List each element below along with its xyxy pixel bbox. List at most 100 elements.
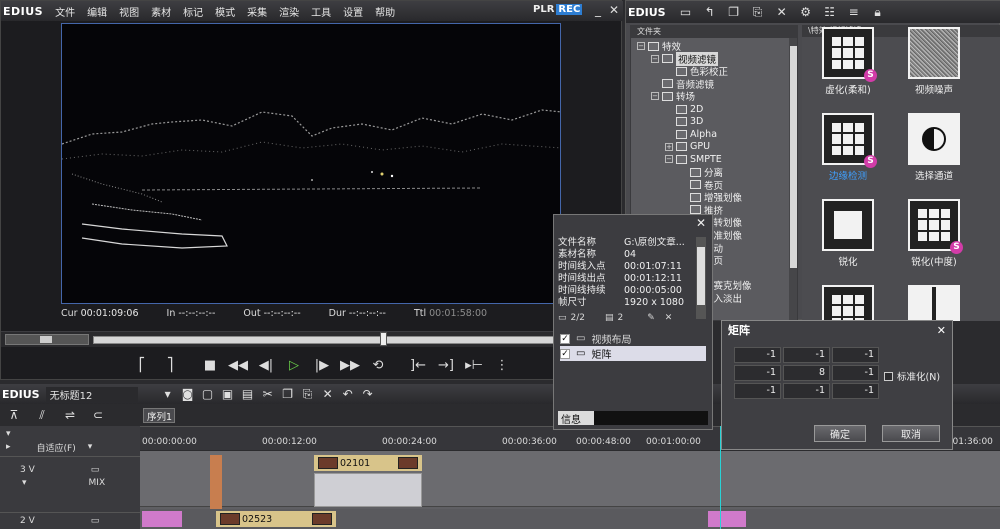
trim-icon[interactable]: ▸⊢ <box>461 354 487 376</box>
effect-item[interactable]: S 边缘检测 <box>808 113 888 182</box>
lock-icon[interactable]: 🔒︎ <box>868 3 888 21</box>
rewind-icon[interactable]: ◀◀ <box>225 354 251 376</box>
fit-dropdown[interactable]: 自适应(F) <box>11 441 76 454</box>
layer-stack-icon[interactable]: ▤ <box>589 313 614 323</box>
matrix-cell-input[interactable]: 8 <box>783 365 830 381</box>
tree-item[interactable]: − 特效 <box>637 40 681 53</box>
ok-button[interactable]: 确定 <box>814 425 866 442</box>
video-track-icon[interactable]: ▭ <box>35 516 100 526</box>
step-back-icon[interactable]: ◀| <box>253 354 279 376</box>
overwrite-icon[interactable]: →] <box>433 354 459 376</box>
tree-item[interactable]: 卷页 <box>679 179 723 192</box>
expand-icon[interactable]: ▾ <box>0 478 27 488</box>
tree-item[interactable]: 增强划像 <box>679 191 742 204</box>
matrix-cell-input[interactable]: -1 <box>783 383 830 399</box>
matrix-cell-input[interactable]: -1 <box>783 347 830 363</box>
view-mode-icon[interactable]: ☷ <box>820 3 840 21</box>
video-track-icon[interactable]: ▭ <box>35 465 100 475</box>
delete-icon[interactable]: ✕ <box>772 3 792 21</box>
shuttle-grip[interactable] <box>40 336 52 343</box>
undo-icon[interactable]: ↶ <box>338 385 358 403</box>
remove-layer-icon[interactable]: ✕ <box>659 313 673 323</box>
expand-toggle-icon[interactable]: − <box>637 42 645 50</box>
sync-icon[interactable]: ⇌ <box>60 406 80 424</box>
insert-icon[interactable]: ]← <box>405 354 431 376</box>
plr-label[interactable]: PLR <box>533 4 554 15</box>
folder-icon[interactable]: ▭ <box>676 3 696 21</box>
effect-item[interactable]: 视频噪声 <box>894 27 974 96</box>
clip-pink-2[interactable] <box>708 511 746 527</box>
close-icon[interactable]: ✕ <box>609 3 619 17</box>
normalize-option[interactable]: 标准化(N) <box>884 369 940 383</box>
info-scrollbar[interactable] <box>696 237 706 319</box>
matrix-cell-input[interactable]: -1 <box>734 383 781 399</box>
matrix-cell-input[interactable]: -1 <box>832 383 879 399</box>
cut-icon[interactable]: ✂ <box>258 385 278 403</box>
up-folder-icon[interactable]: ↰ <box>700 3 720 21</box>
delete-clip-icon[interactable]: ✕ <box>318 385 338 403</box>
new-project-icon[interactable]: ▢ <box>198 385 218 403</box>
stop-icon[interactable]: ■ <box>197 354 223 376</box>
menu-help[interactable]: 帮助 <box>369 4 401 19</box>
close-icon[interactable]: ✕ <box>937 324 946 337</box>
effect-item[interactable]: S 虚化(柔和) <box>808 27 888 96</box>
tree-item[interactable]: 音频滤镜 <box>651 78 714 91</box>
menu-settings[interactable]: 设置 <box>337 4 369 19</box>
copy-icon[interactable]: ❐ <box>724 3 744 21</box>
copy-clip-icon[interactable]: ❐ <box>278 385 298 403</box>
set-in-icon[interactable]: ⎡ <box>129 354 155 376</box>
matrix-cell-input[interactable]: -1 <box>832 347 879 363</box>
open-project-icon[interactable]: ▣ <box>218 385 238 403</box>
fit-chevron-icon[interactable]: ▾ <box>76 442 93 452</box>
tree-item[interactable]: − SMPTE <box>665 153 722 165</box>
properties-icon[interactable]: ⚙ <box>796 3 816 21</box>
clip-02523[interactable]: 02523 <box>216 511 336 527</box>
tree-item[interactable]: 分离 <box>679 166 723 179</box>
clip-pink[interactable] <box>142 511 182 527</box>
tree-item[interactable]: 3D <box>665 116 703 128</box>
list-icon[interactable]: ≡ <box>844 3 864 21</box>
step-forward-icon[interactable]: |▶ <box>309 354 335 376</box>
tree-item[interactable]: + GPU <box>665 141 710 153</box>
paste-icon[interactable]: ⎘ <box>748 3 768 21</box>
edit-pen-icon[interactable]: ✎ <box>627 313 655 323</box>
layer-checkbox[interactable]: ✓ <box>560 333 570 344</box>
play-icon[interactable]: ▷ <box>281 354 307 376</box>
cancel-button[interactable]: 取消 <box>882 425 940 442</box>
tree-item[interactable]: 色彩校正 <box>665 65 728 78</box>
menu-file[interactable]: 文件 <box>49 4 81 19</box>
menu-render[interactable]: 渲染 <box>273 4 305 19</box>
position-track[interactable] <box>93 336 619 344</box>
layer-checkbox[interactable]: ✓ <box>560 348 570 359</box>
redo-icon[interactable]: ↷ <box>358 385 378 403</box>
tab-sequence[interactable]: 序列1 <box>143 408 175 423</box>
tree-item[interactable]: 2D <box>665 103 703 115</box>
menu-view[interactable]: 视图 <box>113 4 145 19</box>
menu-marker[interactable]: 标记 <box>177 4 209 19</box>
shuttle-slider[interactable] <box>5 334 89 345</box>
normalize-checkbox[interactable] <box>884 371 893 381</box>
expand-toggle-icon[interactable]: − <box>665 155 673 164</box>
effect-item[interactable] <box>894 285 974 321</box>
menu-tools[interactable]: 工具 <box>305 4 337 19</box>
paste-clip-icon[interactable]: ⎘ <box>298 385 318 403</box>
fit-arrow-icon[interactable]: ▸ <box>0 442 11 452</box>
info-close-icon[interactable]: ✕ <box>554 215 712 231</box>
tree-scrollbar[interactable] <box>789 38 797 320</box>
tab-info[interactable]: 信息 <box>558 411 594 426</box>
effect-item[interactable]: 锐化 <box>808 199 888 268</box>
set-out-icon[interactable]: ⎤ <box>157 354 183 376</box>
position-knob[interactable] <box>380 332 387 346</box>
menu-capture[interactable]: 采集 <box>241 4 273 19</box>
mix-label[interactable]: MIX <box>27 478 106 488</box>
layer-folder-icon[interactable]: ▭ <box>558 313 567 323</box>
loop-icon[interactable]: ⟲ <box>365 354 391 376</box>
tree-item[interactable]: Alpha <box>665 128 717 140</box>
layer-item[interactable]: ✓ ▭ 视频布局 <box>560 331 706 346</box>
layer-item[interactable]: ✓ ▭ 矩阵 <box>560 346 706 361</box>
rec-label[interactable]: REC <box>556 4 583 15</box>
effect-item[interactable]: S 锐化(中度) <box>894 199 974 268</box>
save-project-icon[interactable]: ▤ <box>238 385 258 403</box>
clip-02101[interactable]: 02101 <box>314 455 422 471</box>
new-sequence-icon[interactable]: ▾ <box>158 385 178 403</box>
